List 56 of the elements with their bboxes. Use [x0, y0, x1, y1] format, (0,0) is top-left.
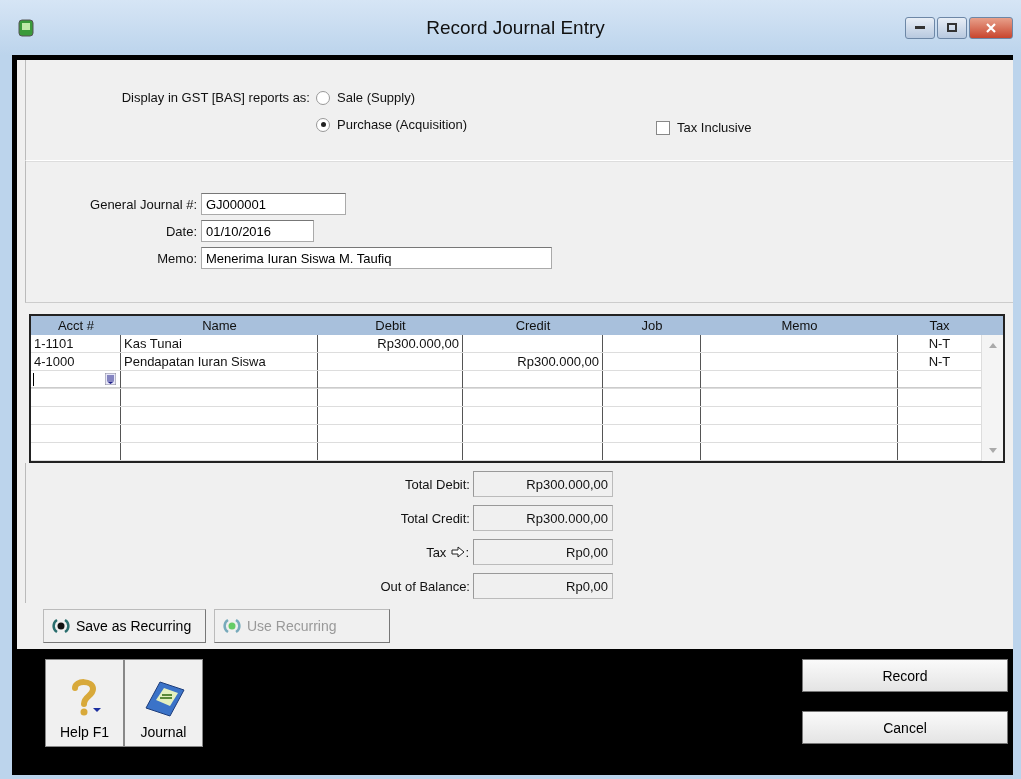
column-header: Credit	[514, 318, 552, 333]
column-header: Debit	[374, 318, 407, 333]
radio-option[interactable]: Sale (Supply)	[316, 90, 656, 105]
gst-label: Display in GST [BAS] reports as:	[120, 90, 311, 105]
window-title: Record Journal Entry	[426, 16, 605, 39]
toolbar-button[interactable]: Help F1	[45, 659, 124, 747]
total-value: Rp300.000,00	[473, 471, 613, 497]
table-cell: 1-1101	[34, 336, 74, 351]
close-icon	[986, 22, 996, 33]
column-header: Job	[640, 318, 664, 333]
total-label: Out of Balance:	[380, 578, 470, 594]
text-cursor	[33, 373, 34, 386]
maximize-button[interactable]	[937, 16, 967, 39]
field-label: Date:	[164, 223, 198, 239]
recurring-icon	[52, 617, 70, 635]
table-cell: Pendapatan Iuran Siswa	[124, 354, 266, 369]
table-cell: 4-1000	[34, 354, 75, 369]
total-label: Total Credit:	[400, 510, 470, 526]
total-label: Total Debit:	[404, 476, 470, 492]
column-header: Acct #	[56, 318, 96, 333]
radio-option[interactable]: Purchase (Acquisition)	[316, 117, 656, 132]
tax-inclusive-checkbox[interactable]: Tax Inclusive	[656, 120, 752, 135]
action-button[interactable]: Cancel	[802, 711, 1008, 744]
column-header: Memo	[780, 318, 819, 333]
field-label: General Journal #:	[89, 196, 198, 212]
field-label: Memo:	[156, 250, 198, 266]
maximize-icon	[947, 23, 957, 32]
column-header: Name	[201, 318, 238, 333]
minimize-button[interactable]	[905, 16, 935, 39]
app-icon	[18, 18, 34, 37]
table-cell: Kas Tunai	[124, 336, 182, 351]
scroll-down-icon	[988, 448, 997, 453]
recurring-button[interactable]: Save as Recurring	[43, 609, 206, 643]
minimize-icon	[915, 25, 925, 30]
total-value: Rp0,00	[473, 573, 613, 599]
recurring-icon	[223, 617, 241, 635]
arrow-icon[interactable]	[451, 546, 466, 558]
total-value: Rp0,00	[473, 539, 613, 565]
table-cell: Rp300.000,00	[377, 336, 459, 351]
action-button[interactable]: Record	[802, 659, 1008, 692]
scroll-up-icon	[988, 343, 997, 348]
table-cell: N-T	[928, 354, 951, 369]
table-cell: N-T	[928, 336, 951, 351]
total-label: Tax	[426, 544, 447, 560]
list-icon[interactable]	[105, 373, 116, 385]
table-cell: Rp300.000,00	[517, 354, 599, 369]
input-field[interactable]: GJ000001	[201, 193, 346, 215]
colon-text: :	[465, 544, 469, 560]
table-row[interactable]: 1-1101 Kas Tunai Rp300.000,00 N-T	[31, 335, 981, 353]
input-field[interactable]: 01/10/2016	[201, 220, 314, 242]
toolbar-button[interactable]: Journal	[124, 659, 203, 747]
total-value: Rp300.000,00	[473, 505, 613, 531]
input-field[interactable]: Menerima Iuran Siswa M. Taufiq	[201, 247, 552, 269]
close-button[interactable]	[969, 16, 1013, 39]
scroll-bar[interactable]	[981, 335, 1003, 461]
column-header: Tax	[928, 318, 951, 333]
